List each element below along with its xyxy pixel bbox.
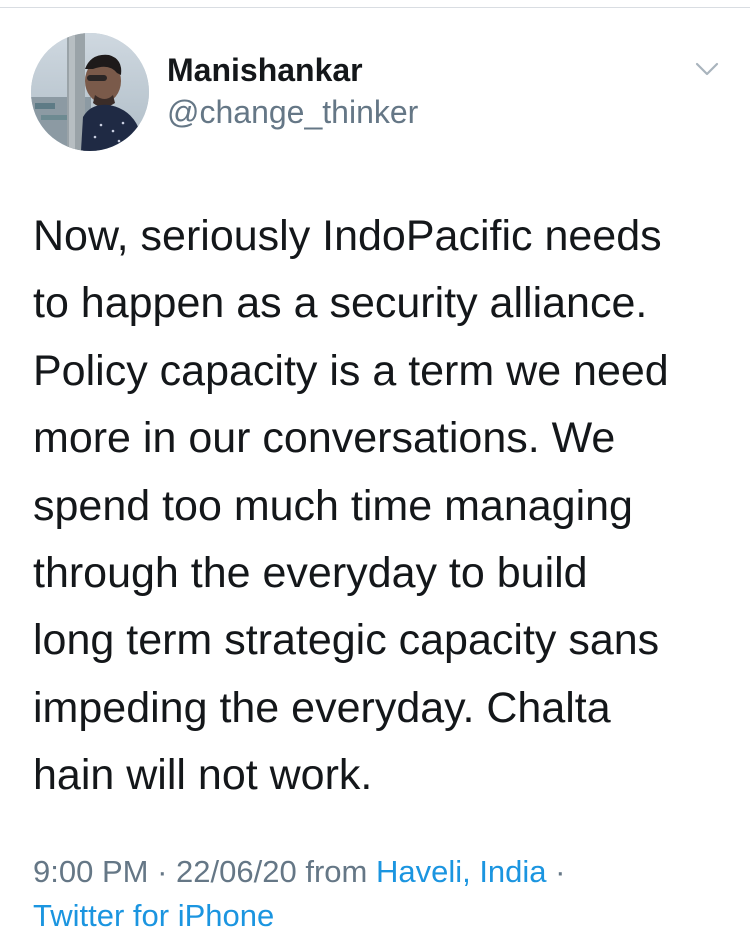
avatar[interactable]	[31, 33, 149, 151]
tweet-text-line: to happen as a security alliance.	[33, 279, 648, 328]
source-link[interactable]: Twitter for iPhone	[33, 898, 274, 933]
meta-separator: ·	[555, 854, 566, 889]
author-handle[interactable]: @change_thinker	[167, 92, 418, 132]
tweet-time: 9:00 PM	[33, 854, 149, 889]
chevron-down-icon	[695, 62, 719, 76]
tweet-menu-button[interactable]	[689, 58, 725, 84]
tweet-text: Now, seriously IndoPacific needs to happ…	[33, 203, 733, 810]
tweet-text-line: Now, seriously IndoPacific needs	[33, 212, 662, 260]
tweet-text-line: Policy capacity is a term we need	[33, 346, 669, 395]
tweet-text-line: through the everyday to build	[33, 549, 588, 598]
tweet-card: Manishankar @change_thinker Now, serious…	[0, 0, 750, 950]
meta-separator: ·	[157, 854, 168, 889]
avatar-photo	[31, 33, 149, 151]
tweet-text-line: more in our conversations. We	[33, 414, 616, 463]
author-display-name[interactable]: Manishankar	[167, 50, 363, 90]
from-label: from	[305, 854, 368, 889]
tweet-text-line: spend too much time managing	[33, 481, 633, 530]
location-link[interactable]: Haveli, India	[376, 854, 547, 889]
tweet-text-line: long term strategic capacity sans	[33, 616, 660, 665]
tweet-text-line: hain will not work.	[33, 751, 373, 800]
tweet-metadata: 9:00 PM · 22/06/20 from Haveli, India · …	[33, 850, 733, 938]
tweet-date: 22/06/20	[176, 854, 297, 889]
tweet-text-line: impeding the everyday. Chalta	[33, 683, 611, 732]
